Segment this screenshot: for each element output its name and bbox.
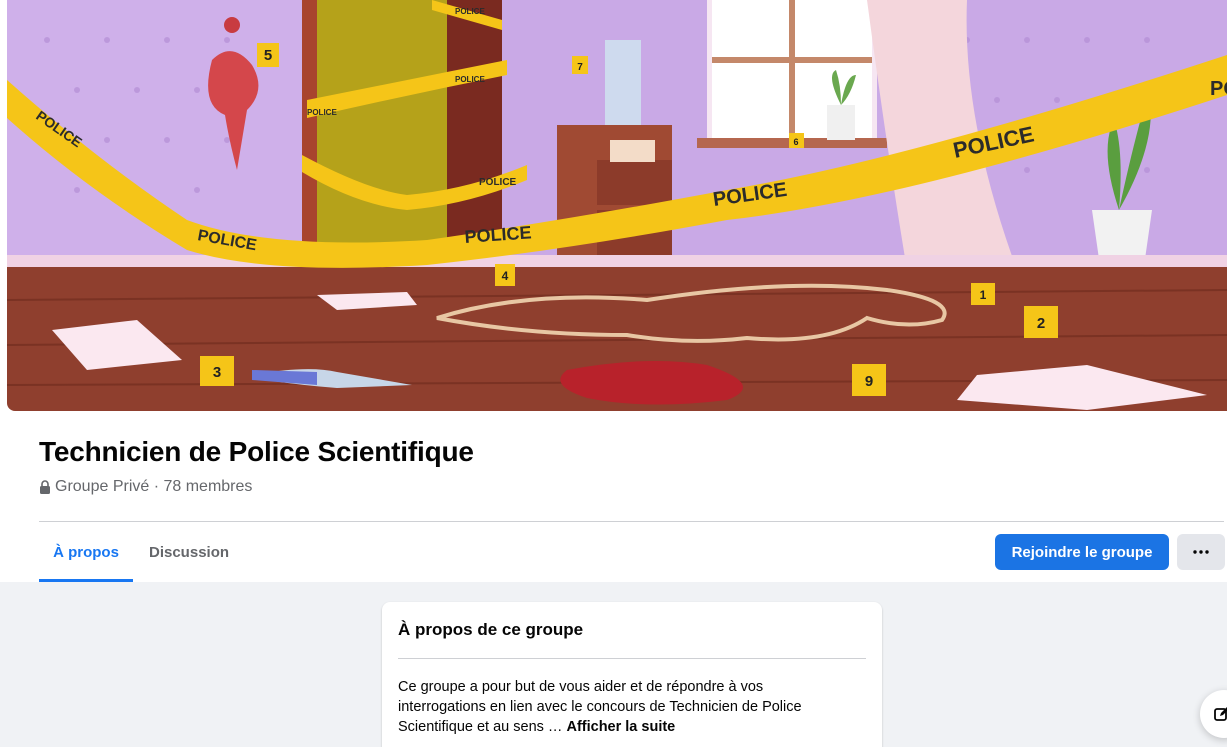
group-meta-text[interactable]: Groupe Privé · 78 membres <box>55 478 252 496</box>
svg-text:9: 9 <box>865 373 873 390</box>
svg-text:POLICE: POLICE <box>479 177 517 188</box>
svg-text:POLICE: POLICE <box>455 7 485 16</box>
svg-text:5: 5 <box>264 47 272 64</box>
lock-icon <box>40 480 50 494</box>
svg-text:4: 4 <box>502 269 509 283</box>
group-meta: Groupe Privé · 78 membres <box>39 478 252 496</box>
more-dots-icon <box>1193 550 1209 554</box>
tab-discussion[interactable]: Discussion <box>149 534 229 582</box>
cover-photo[interactable]: POLICE POLICE POLICE POLICE POLICE POLIC… <box>7 0 1227 411</box>
compose-icon <box>1214 707 1227 721</box>
svg-text:POLICE: POLICE <box>1210 78 1227 100</box>
svg-text:POLICE: POLICE <box>307 108 337 117</box>
svg-text:6: 6 <box>793 137 798 147</box>
about-card-description: Ce groupe a pour but de vous aider et de… <box>398 677 818 737</box>
about-card-title: À propos de ce groupe <box>398 620 584 639</box>
svg-text:7: 7 <box>577 62 583 73</box>
about-card: À propos de ce groupe Ce groupe a pour b… <box>382 602 882 747</box>
header-divider <box>39 521 1224 522</box>
group-name: Technicien de Police Scientifique <box>39 436 474 467</box>
svg-text:3: 3 <box>213 364 221 381</box>
cover-illustration: POLICE POLICE POLICE POLICE POLICE POLIC… <box>7 0 1227 411</box>
about-card-divider <box>398 658 866 659</box>
join-group-button[interactable]: Rejoindre le groupe <box>995 534 1169 570</box>
svg-text:2: 2 <box>1037 315 1045 332</box>
svg-text:POLICE: POLICE <box>455 75 485 84</box>
tab-about[interactable]: À propos <box>39 534 133 582</box>
svg-text:1: 1 <box>980 288 987 302</box>
group-header: POLICE POLICE POLICE POLICE POLICE POLIC… <box>0 0 1227 582</box>
more-options-button[interactable] <box>1177 534 1225 570</box>
see-more-link[interactable]: Afficher la suite <box>566 719 675 735</box>
compose-message-button[interactable] <box>1200 690 1227 738</box>
